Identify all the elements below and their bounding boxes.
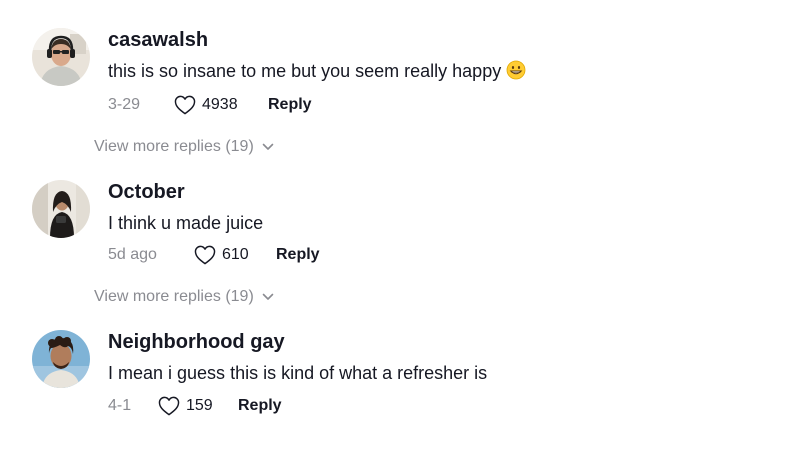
avatar-image bbox=[32, 28, 90, 86]
heart-outline-icon bbox=[194, 245, 216, 265]
view-more-replies-button[interactable]: View more replies (19) bbox=[94, 288, 274, 306]
like-count: 610 bbox=[222, 246, 249, 263]
comment-body: Neighborhood gay I mean i guess this is … bbox=[108, 330, 772, 384]
comment-date: 3-29 bbox=[108, 96, 141, 113]
like-button[interactable]: 4938 bbox=[174, 95, 268, 115]
comment-meta: 4-1 159 Reply bbox=[108, 394, 282, 418]
comment-text: this is so insane to me but you seem rea… bbox=[108, 60, 772, 85]
view-more-replies-label: View more replies (19) bbox=[94, 138, 254, 155]
comment-item: October I think u made juice 5d ago 610 … bbox=[32, 180, 772, 280]
like-count: 159 bbox=[186, 397, 213, 414]
avatar-image bbox=[32, 180, 90, 238]
heart-outline-icon bbox=[158, 396, 180, 416]
comment-username[interactable]: casawalsh bbox=[108, 28, 772, 52]
avatar-image bbox=[32, 330, 90, 388]
comment-body: casawalsh this is so insane to me but yo… bbox=[108, 28, 772, 85]
comment-body: October I think u made juice bbox=[108, 180, 772, 234]
reply-button[interactable]: Reply bbox=[268, 96, 312, 114]
avatar[interactable] bbox=[32, 180, 90, 238]
avatar[interactable] bbox=[32, 330, 90, 388]
like-count: 4938 bbox=[202, 96, 238, 113]
comment-meta: 5d ago 610 Reply bbox=[108, 243, 320, 267]
avatar[interactable] bbox=[32, 28, 90, 86]
comment-meta: 3-29 4938 Reply bbox=[108, 93, 312, 117]
view-more-replies-label: View more replies (19) bbox=[94, 288, 254, 305]
chevron-down-icon bbox=[262, 143, 274, 151]
chevron-down-icon bbox=[262, 293, 274, 301]
heart-outline-icon bbox=[174, 95, 196, 115]
comment-username[interactable]: Neighborhood gay bbox=[108, 330, 772, 354]
like-button[interactable]: 610 bbox=[194, 245, 276, 265]
comment-text-content: this is so insane to me but you seem rea… bbox=[108, 61, 502, 81]
reply-button[interactable]: Reply bbox=[276, 246, 320, 264]
like-button[interactable]: 159 bbox=[158, 396, 238, 416]
comment-date: 5d ago bbox=[108, 246, 157, 263]
comment-date: 4-1 bbox=[108, 397, 132, 414]
reply-button[interactable]: Reply bbox=[238, 397, 282, 415]
comment-item: casawalsh this is so insane to me but yo… bbox=[32, 28, 772, 128]
comment-username[interactable]: October bbox=[108, 180, 772, 204]
comment-text: I think u made juice bbox=[108, 213, 264, 233]
comment-text: I mean i guess this is kind of what a re… bbox=[108, 363, 488, 383]
grinning-face-emoji-icon bbox=[506, 60, 526, 85]
view-more-replies-button[interactable]: View more replies (19) bbox=[94, 138, 274, 156]
comment-item: Neighborhood gay I mean i guess this is … bbox=[32, 330, 772, 430]
